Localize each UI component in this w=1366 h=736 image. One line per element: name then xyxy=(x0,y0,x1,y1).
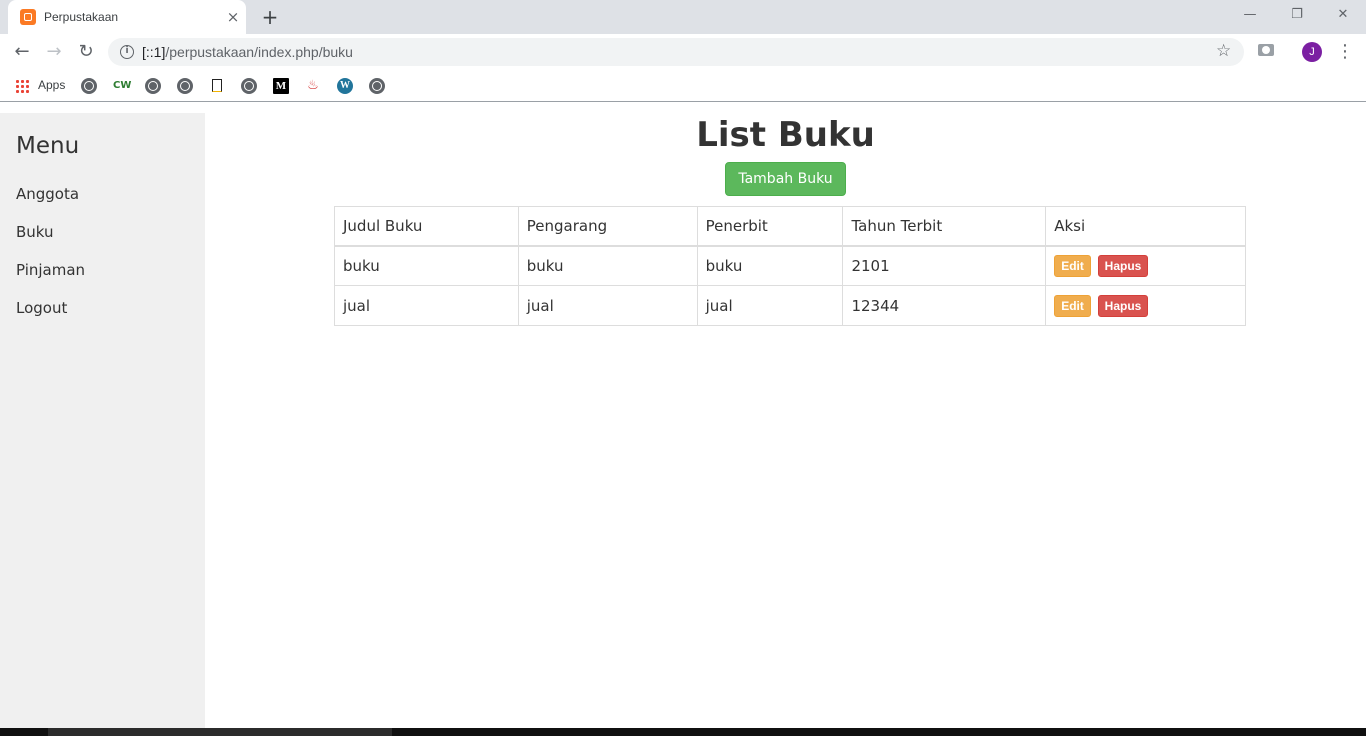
tab-title: Perpustakaan xyxy=(44,10,119,24)
back-arrow-icon[interactable]: ← xyxy=(9,39,35,65)
browser-menu-icon[interactable]: ⋮ xyxy=(1336,39,1354,65)
delete-button[interactable]: Hapus xyxy=(1097,254,1149,277)
table-row: jual jual jual 12344 Edit Hapus xyxy=(334,285,1246,326)
header-judul-buku: Judul Buku xyxy=(334,206,519,247)
cell-aksi: Edit Hapus xyxy=(1045,245,1246,286)
cell-pengarang: buku xyxy=(517,245,698,286)
header-penerbit: Penerbit xyxy=(696,206,844,247)
edit-button[interactable]: Edit xyxy=(1054,254,1091,277)
page-title: List Buku xyxy=(696,115,875,155)
delete-button[interactable]: Hapus xyxy=(1097,294,1149,317)
cell-pengarang: jual xyxy=(517,285,698,326)
minimize-window-icon[interactable]: — xyxy=(1236,4,1264,26)
url-path: /perpustakaan/index.php/buku xyxy=(165,44,353,60)
reload-icon[interactable]: ↻ xyxy=(73,39,99,65)
cell-tahun: 12344 xyxy=(842,285,1047,326)
globe-bookmark-icon[interactable] xyxy=(369,78,385,94)
table-row: buku buku buku 2101 Edit Hapus xyxy=(334,245,1246,286)
sidebar-item-buku[interactable]: Buku xyxy=(16,223,54,241)
header-tahun-terbit: Tahun Terbit xyxy=(842,206,1047,247)
apps-bookmark[interactable]: Apps xyxy=(38,78,65,92)
books-table: Judul Buku Pengarang Penerbit Tahun Terb… xyxy=(334,206,1246,326)
cell-judul: jual xyxy=(334,285,519,326)
os-taskbar xyxy=(0,728,1366,736)
globe-bookmark-icon[interactable] xyxy=(241,78,257,94)
bookmarks-bar: Apps CW M ♨ xyxy=(0,70,1366,102)
globe-bookmark-icon[interactable] xyxy=(177,78,193,94)
close-window-icon[interactable]: ✕ xyxy=(1329,4,1357,26)
globe-bookmark-icon[interactable] xyxy=(145,78,161,94)
sidebar-item-anggota[interactable]: Anggota xyxy=(16,185,79,203)
apps-grid-icon[interactable] xyxy=(15,79,29,93)
profile-avatar[interactable]: J xyxy=(1302,42,1322,62)
menu-heading: Menu xyxy=(16,133,80,159)
cw-bookmark-icon[interactable]: CW xyxy=(113,78,131,94)
cell-penerbit: jual xyxy=(696,285,844,326)
forward-arrow-icon[interactable]: → xyxy=(41,39,67,65)
cell-penerbit: buku xyxy=(696,245,844,286)
sidebar-item-pinjaman[interactable]: Pinjaman xyxy=(16,261,85,279)
bookmark-star-icon[interactable]: ☆ xyxy=(1216,41,1231,61)
close-tab-icon[interactable]: × xyxy=(224,8,242,26)
address-bar[interactable]: i [::1]/perpustakaan/index.php/buku ☆ xyxy=(108,38,1244,66)
wordpress-bookmark-icon[interactable] xyxy=(337,78,353,94)
camera-icon[interactable] xyxy=(1258,44,1274,56)
cell-aksi: Edit Hapus xyxy=(1045,285,1246,326)
restore-window-icon[interactable]: ❐ xyxy=(1283,4,1311,26)
edit-button[interactable]: Edit xyxy=(1054,294,1091,317)
xampp-favicon-icon xyxy=(20,9,36,25)
browser-tab[interactable]: Perpustakaan × xyxy=(8,0,246,34)
table-header-row: Judul Buku Pengarang Penerbit Tahun Terb… xyxy=(334,206,1246,247)
header-pengarang: Pengarang xyxy=(517,206,698,247)
cell-judul: buku xyxy=(334,245,519,286)
taskbar-segment xyxy=(48,728,392,736)
sidebar: Menu Anggota Buku Pinjaman Logout xyxy=(0,113,205,728)
sidebar-item-logout[interactable]: Logout xyxy=(16,299,67,317)
medium-bookmark-icon[interactable]: M xyxy=(273,78,289,94)
document-bookmark-icon[interactable] xyxy=(209,78,225,94)
browser-toolbar: ← → ↻ i [::1]/perpustakaan/index.php/buk… xyxy=(0,34,1366,70)
header-aksi: Aksi xyxy=(1045,206,1246,247)
site-info-icon[interactable]: i xyxy=(120,45,134,59)
java-bookmark-icon[interactable]: ♨ xyxy=(305,78,321,94)
add-book-button[interactable]: Tambah Buku xyxy=(725,162,846,196)
cell-tahun: 2101 xyxy=(842,245,1047,286)
tab-strip: Perpustakaan × + — ❐ ✕ xyxy=(0,0,1366,34)
url-text: [::1]/perpustakaan/index.php/buku xyxy=(142,44,353,60)
new-tab-button[interactable]: + xyxy=(258,6,282,30)
globe-bookmark-icon[interactable] xyxy=(81,78,97,94)
url-host: [::1] xyxy=(142,44,166,60)
